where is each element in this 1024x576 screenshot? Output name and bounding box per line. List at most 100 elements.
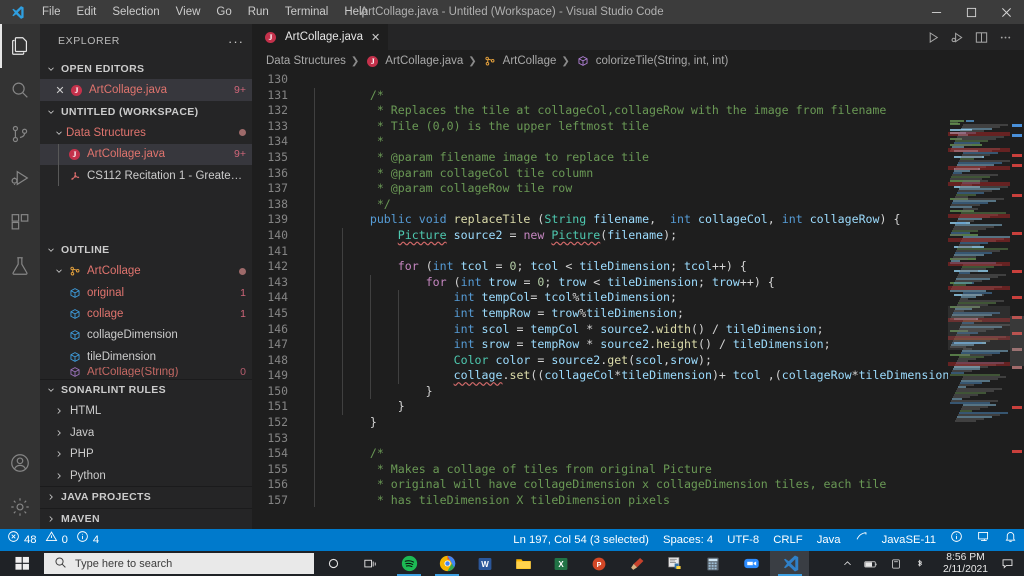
code-line[interactable]: 132 * Replaces the tile at collageCol,co… (252, 103, 1024, 119)
menu-help[interactable]: Help (336, 0, 376, 24)
search-input[interactable]: Type here to search (44, 553, 314, 574)
line-content[interactable]: * (300, 134, 384, 150)
maximize-button[interactable] (954, 0, 989, 24)
outline-item-artcollage[interactable]: ArtCollage (40, 260, 252, 281)
outline-item-collage[interactable]: collage 1 (40, 303, 252, 324)
activity-testing[interactable] (0, 244, 40, 288)
run-debug-icon[interactable] (946, 24, 968, 50)
run-icon[interactable] (922, 24, 944, 50)
line-content[interactable]: * @param collageRow tile row (300, 181, 572, 197)
line-content[interactable] (300, 243, 343, 260)
line-content[interactable]: collage.set((collageCol*tileDimension)+ … (300, 368, 1024, 384)
status-encoding[interactable]: UTF-8 (720, 529, 766, 551)
outline-item-collagedimension[interactable]: collageDimension (40, 325, 252, 346)
activity-run-and-debug[interactable] (0, 156, 40, 200)
line-content[interactable]: } (300, 383, 433, 400)
menu-selection[interactable]: Selection (104, 0, 167, 24)
taskbar-app-microsoft-powerpoint[interactable]: P (580, 551, 618, 576)
code-line[interactable]: 157 * has tileDimension X tileDimension … (252, 493, 1024, 507)
minimize-button[interactable] (919, 0, 954, 24)
code-line[interactable]: 152 } (252, 415, 1024, 431)
sidebar-more-actions-icon[interactable]: ··· (228, 34, 244, 49)
code-line[interactable]: 140 Picture source2 = new Picture(filena… (252, 227, 1024, 244)
line-content[interactable]: int scol = tempCol * source2.width() / t… (300, 321, 824, 338)
status-indentation[interactable]: Spaces: 4 (656, 529, 720, 551)
line-content[interactable]: * Replaces the tile at collageCol,collag… (300, 103, 886, 119)
activity-manage-gear-icon[interactable] (0, 485, 40, 529)
line-content[interactable]: for (int tcol = 0; tcol < tileDimension;… (300, 259, 747, 275)
activity-search[interactable] (0, 68, 40, 112)
minimap-slider[interactable] (948, 306, 1010, 350)
code-line[interactable]: 137 * @param collageRow tile row (252, 181, 1024, 197)
code-line[interactable]: 149 collage.set((collageCol*tileDimensio… (252, 368, 1024, 384)
sonarlint-item-php[interactable]: PHP (40, 443, 252, 464)
line-content[interactable] (300, 72, 314, 88)
code-line[interactable]: 139 public void replaceTile (String file… (252, 212, 1024, 228)
status-eol[interactable]: CRLF (766, 529, 810, 551)
display-icon[interactable] (885, 551, 907, 576)
status-language-mode[interactable]: Java (810, 529, 848, 551)
code-line[interactable]: 133 * Tile (0,0) is the upper leftmost t… (252, 118, 1024, 135)
code-lines[interactable]: 130 131 /* 132 * Replaces the tile at coll… (252, 72, 1024, 507)
section-open-editors[interactable]: OPEN EDITORS (40, 58, 252, 79)
taskbar-app-zoom[interactable] (732, 551, 770, 576)
battery-icon[interactable] (861, 551, 883, 576)
code-line[interactable]: 144 int tempCol= tcol%tileDimension; (252, 290, 1024, 306)
split-editor-icon[interactable] (970, 24, 992, 50)
breadcrumb-data-structures[interactable]: Data Structures (266, 55, 346, 67)
activity-explorer[interactable] (0, 24, 40, 68)
taskbar-app-calculator[interactable] (694, 551, 732, 576)
line-content[interactable]: Color color = source2.get(scol,srow); (300, 352, 712, 369)
line-content[interactable]: for (int trow = 0; trow < tileDimension;… (300, 274, 775, 291)
file-artcollage-java[interactable]: J ArtCollage.java 9+ (40, 143, 252, 166)
outline-item-tiledimension[interactable]: tileDimension (40, 346, 252, 367)
menu-terminal[interactable]: Terminal (277, 0, 336, 24)
more-actions-icon[interactable] (994, 24, 1016, 50)
code-line[interactable]: 136 * @param collageCol tile column (252, 165, 1024, 182)
line-content[interactable]: } (300, 399, 405, 416)
section-workspace[interactable]: UNTITLED (WORKSPACE) (40, 101, 252, 122)
menu-view[interactable]: View (168, 0, 209, 24)
menu-go[interactable]: Go (208, 0, 239, 24)
breadcrumb-artcollage-java[interactable]: J ArtCollage.java (364, 55, 463, 67)
code-line[interactable]: 151 } (252, 399, 1024, 416)
code-editor[interactable]: 130 131 /* 132 * Replaces the tile at coll… (252, 72, 1024, 507)
close-button[interactable] (989, 0, 1024, 24)
code-line[interactable]: 147 int srow = tempRow * source2.height(… (252, 337, 1024, 353)
activity-extensions[interactable] (0, 200, 40, 244)
code-line[interactable]: 142 for (int tcol = 0; tcol < tileDimens… (252, 259, 1024, 275)
menu-edit[interactable]: Edit (69, 0, 105, 24)
line-content[interactable]: int srow = tempRow * source2.height() / … (300, 337, 831, 353)
code-line[interactable]: 141 (252, 243, 1024, 260)
activity-source-control[interactable] (0, 112, 40, 156)
taskbar-app-google-chrome[interactable] (428, 551, 466, 576)
line-content[interactable]: * Tile (0,0) is the upper leftmost tile (300, 118, 649, 135)
line-content[interactable]: } (300, 415, 377, 431)
code-line[interactable]: 155 * Makes a collage of tiles from orig… (252, 461, 1024, 478)
taskbar-app-visual-studio-code[interactable] (771, 551, 809, 576)
code-line[interactable]: 143 for (int trow = 0; trow < tileDimens… (252, 274, 1024, 291)
line-content[interactable]: int tempCol= tcol%tileDimension; (300, 290, 677, 306)
code-line[interactable]: 156 * original will have collageDimensio… (252, 477, 1024, 494)
sonarlint-item-python[interactable]: Python (40, 465, 252, 486)
bluetooth-icon[interactable] (909, 551, 931, 576)
task-view-icon[interactable] (352, 551, 390, 576)
line-content[interactable]: * @param filename image to replace tile (300, 149, 649, 166)
line-content[interactable]: /* (300, 87, 384, 104)
line-content[interactable]: int tempRow = trow%tileDimension; (300, 305, 684, 322)
file-cs112-recitation-pdf[interactable]: CS112 Recitation 1 - Greatest Hits o.. (40, 165, 252, 187)
overview-ruler[interactable] (1010, 120, 1024, 507)
code-line[interactable]: 153 (252, 430, 1024, 447)
code-line[interactable]: 154 /* (252, 446, 1024, 462)
status-java-runtime[interactable]: JavaSE-11 (875, 529, 943, 551)
workspace-folder-data-structures[interactable]: Data Structures (40, 122, 252, 143)
breadcrumb-artcollage-class[interactable]: ArtCollage (482, 55, 556, 67)
clock[interactable]: 8:56 PM 2/11/2021 (937, 552, 994, 576)
code-line[interactable]: 134 * (252, 134, 1024, 150)
action-center-icon[interactable] (994, 551, 1020, 576)
taskbar-app-python-idle[interactable] (656, 551, 694, 576)
status-notifications[interactable] (997, 529, 1024, 551)
activity-accounts[interactable] (0, 441, 40, 485)
cortana-icon[interactable] (314, 551, 352, 576)
code-line[interactable]: 145 int tempRow = trow%tileDimension; (252, 305, 1024, 322)
